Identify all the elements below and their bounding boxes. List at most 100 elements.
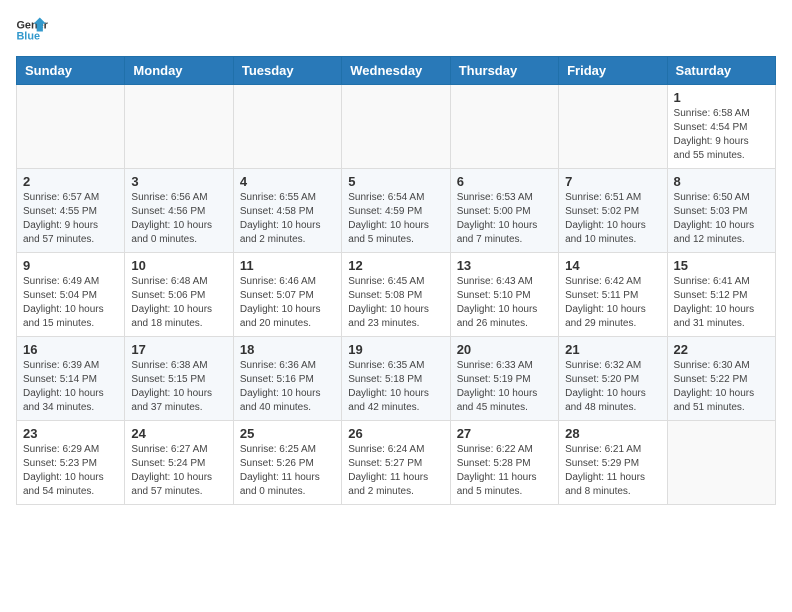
calendar-week-5: 23 Sunrise: 6:29 AM Sunset: 5:23 PM Dayli… [17,421,776,505]
calendar-week-4: 16 Sunrise: 6:39 AM Sunset: 5:14 PM Dayli… [17,337,776,421]
day-header-friday: Friday [559,57,667,85]
calendar-cell: 24 Sunrise: 6:27 AM Sunset: 5:24 PM Dayli… [125,421,233,505]
calendar-week-1: 1 Sunrise: 6:58 AM Sunset: 4:54 PM Daylig… [17,85,776,169]
day-number: 22 [674,342,769,357]
day-header-wednesday: Wednesday [342,57,450,85]
day-info: Sunrise: 6:25 AM Sunset: 5:26 PM Dayligh… [240,443,335,499]
day-number: 11 [240,258,335,273]
day-info: Sunrise: 6:50 AM Sunset: 5:03 PM Dayligh… [674,191,769,247]
day-info: Sunrise: 6:57 AM Sunset: 4:55 PM Dayligh… [23,191,118,247]
calendar-cell: 5 Sunrise: 6:54 AM Sunset: 4:59 PM Daylig… [342,169,450,253]
svg-text:Blue: Blue [16,30,40,42]
day-number: 7 [565,174,660,189]
day-number: 10 [131,258,226,273]
calendar-cell: 18 Sunrise: 6:36 AM Sunset: 5:16 PM Dayli… [233,337,341,421]
calendar-cell: 7 Sunrise: 6:51 AM Sunset: 5:02 PM Daylig… [559,169,667,253]
calendar-cell [342,85,450,169]
day-number: 1 [674,90,769,105]
calendar-cell: 2 Sunrise: 6:57 AM Sunset: 4:55 PM Daylig… [17,169,125,253]
day-info: Sunrise: 6:29 AM Sunset: 5:23 PM Dayligh… [23,443,118,499]
calendar-cell: 21 Sunrise: 6:32 AM Sunset: 5:20 PM Dayli… [559,337,667,421]
day-info: Sunrise: 6:49 AM Sunset: 5:04 PM Dayligh… [23,275,118,331]
day-info: Sunrise: 6:58 AM Sunset: 4:54 PM Dayligh… [674,107,769,163]
day-info: Sunrise: 6:35 AM Sunset: 5:18 PM Dayligh… [348,359,443,415]
calendar-cell: 6 Sunrise: 6:53 AM Sunset: 5:00 PM Daylig… [450,169,558,253]
day-number: 26 [348,426,443,441]
day-info: Sunrise: 6:36 AM Sunset: 5:16 PM Dayligh… [240,359,335,415]
day-info: Sunrise: 6:43 AM Sunset: 5:10 PM Dayligh… [457,275,552,331]
day-info: Sunrise: 6:56 AM Sunset: 4:56 PM Dayligh… [131,191,226,247]
calendar-cell: 8 Sunrise: 6:50 AM Sunset: 5:03 PM Daylig… [667,169,775,253]
calendar-cell: 11 Sunrise: 6:46 AM Sunset: 5:07 PM Dayli… [233,253,341,337]
day-info: Sunrise: 6:27 AM Sunset: 5:24 PM Dayligh… [131,443,226,499]
day-number: 8 [674,174,769,189]
day-header-tuesday: Tuesday [233,57,341,85]
calendar-header-row: SundayMondayTuesdayWednesdayThursdayFrid… [17,57,776,85]
day-number: 18 [240,342,335,357]
calendar-table: SundayMondayTuesdayWednesdayThursdayFrid… [16,56,776,505]
calendar-cell: 20Sunrise: 6:33 AM Sunset: 5:19 PM Dayli… [450,337,558,421]
day-number: 13 [457,258,552,273]
day-info: Sunrise: 6:53 AM Sunset: 5:00 PM Dayligh… [457,191,552,247]
calendar-cell: 3 Sunrise: 6:56 AM Sunset: 4:56 PM Daylig… [125,169,233,253]
day-number: 14 [565,258,660,273]
calendar-cell: 1 Sunrise: 6:58 AM Sunset: 4:54 PM Daylig… [667,85,775,169]
calendar-cell: 14 Sunrise: 6:42 AM Sunset: 5:11 PM Dayli… [559,253,667,337]
calendar-cell: 15 Sunrise: 6:41 AM Sunset: 5:12 PM Dayli… [667,253,775,337]
day-header-monday: Monday [125,57,233,85]
day-number: 21 [565,342,660,357]
calendar-cell: 23 Sunrise: 6:29 AM Sunset: 5:23 PM Dayli… [17,421,125,505]
logo: General Blue [16,16,48,44]
day-number: 12 [348,258,443,273]
day-info: Sunrise: 6:42 AM Sunset: 5:11 PM Dayligh… [565,275,660,331]
day-info: Sunrise: 6:22 AM Sunset: 5:28 PM Dayligh… [457,443,552,499]
day-info: Sunrise: 6:41 AM Sunset: 5:12 PM Dayligh… [674,275,769,331]
calendar-cell: 17 Sunrise: 6:38 AM Sunset: 5:15 PM Dayli… [125,337,233,421]
day-number: 3 [131,174,226,189]
day-info: Sunrise: 6:48 AM Sunset: 5:06 PM Dayligh… [131,275,226,331]
day-number: 28 [565,426,660,441]
day-info: Sunrise: 6:24 AM Sunset: 5:27 PM Dayligh… [348,443,443,499]
calendar-week-3: 9Sunrise: 6:49 AM Sunset: 5:04 PM Daylig… [17,253,776,337]
calendar-cell: 16 Sunrise: 6:39 AM Sunset: 5:14 PM Dayli… [17,337,125,421]
day-info: Sunrise: 6:30 AM Sunset: 5:22 PM Dayligh… [674,359,769,415]
calendar-cell [17,85,125,169]
day-header-thursday: Thursday [450,57,558,85]
calendar-cell [125,85,233,169]
day-number: 5 [348,174,443,189]
day-info: Sunrise: 6:55 AM Sunset: 4:58 PM Dayligh… [240,191,335,247]
day-header-sunday: Sunday [17,57,125,85]
logo-icon: General Blue [16,16,48,44]
day-number: 2 [23,174,118,189]
day-info: Sunrise: 6:45 AM Sunset: 5:08 PM Dayligh… [348,275,443,331]
day-number: 16 [23,342,118,357]
calendar-cell: 4 Sunrise: 6:55 AM Sunset: 4:58 PM Daylig… [233,169,341,253]
day-info: Sunrise: 6:32 AM Sunset: 5:20 PM Dayligh… [565,359,660,415]
day-number: 24 [131,426,226,441]
day-number: 17 [131,342,226,357]
day-info: Sunrise: 6:21 AM Sunset: 5:29 PM Dayligh… [565,443,660,499]
day-info: Sunrise: 6:54 AM Sunset: 4:59 PM Dayligh… [348,191,443,247]
calendar-week-2: 2 Sunrise: 6:57 AM Sunset: 4:55 PM Daylig… [17,169,776,253]
day-number: 19 [348,342,443,357]
day-info: Sunrise: 6:38 AM Sunset: 5:15 PM Dayligh… [131,359,226,415]
calendar-cell: 22 Sunrise: 6:30 AM Sunset: 5:22 PM Dayli… [667,337,775,421]
day-info: Sunrise: 6:46 AM Sunset: 5:07 PM Dayligh… [240,275,335,331]
day-header-saturday: Saturday [667,57,775,85]
calendar-cell [450,85,558,169]
calendar-cell: 28 Sunrise: 6:21 AM Sunset: 5:29 PM Dayli… [559,421,667,505]
page-header: General Blue [16,16,776,44]
calendar-cell: 9Sunrise: 6:49 AM Sunset: 5:04 PM Daylig… [17,253,125,337]
calendar-cell: 27Sunrise: 6:22 AM Sunset: 5:28 PM Dayli… [450,421,558,505]
day-number: 15 [674,258,769,273]
calendar-cell [559,85,667,169]
calendar-cell [667,421,775,505]
calendar-cell: 10 Sunrise: 6:48 AM Sunset: 5:06 PM Dayli… [125,253,233,337]
day-number: 25 [240,426,335,441]
day-info: Sunrise: 6:51 AM Sunset: 5:02 PM Dayligh… [565,191,660,247]
day-number: 6 [457,174,552,189]
day-number: 4 [240,174,335,189]
calendar-cell: 25 Sunrise: 6:25 AM Sunset: 5:26 PM Dayli… [233,421,341,505]
day-info: Sunrise: 6:39 AM Sunset: 5:14 PM Dayligh… [23,359,118,415]
day-number: 23 [23,426,118,441]
